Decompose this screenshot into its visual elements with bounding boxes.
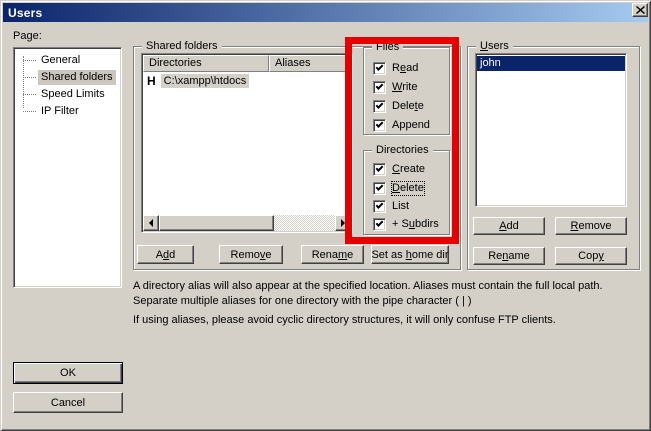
scroll-left-button[interactable] — [143, 215, 159, 231]
remove-directory-button[interactable]: Remove — [219, 245, 283, 264]
horizontal-scrollbar[interactable] — [143, 215, 351, 231]
checkbox-row-delete-dir[interactable]: Delete — [373, 181, 424, 195]
directories-listview[interactable]: Directories Aliases H C:\xampp\htdocs — [141, 53, 353, 233]
users-dialog: Users Page: General Shared folders Speed… — [0, 0, 651, 431]
check-icon — [376, 120, 384, 128]
checkbox-row-delete-file[interactable]: Delete — [373, 99, 424, 113]
add-user-button[interactable]: Add — [473, 217, 545, 235]
create-checkbox[interactable] — [373, 163, 386, 176]
users-group-label: Users — [476, 39, 513, 53]
window-title: Users — [8, 6, 42, 20]
close-button[interactable] — [632, 3, 648, 17]
scrollbar-thumb[interactable] — [159, 215, 274, 231]
tree-guide-line — [23, 56, 24, 108]
delete-dir-checkbox[interactable] — [373, 182, 386, 195]
cancel-button[interactable]: Cancel — [13, 392, 123, 413]
arrow-left-icon — [145, 219, 153, 227]
files-group-label: Files — [372, 40, 403, 54]
copy-user-button[interactable]: Copy — [555, 247, 627, 265]
check-icon — [376, 164, 384, 172]
tree-item-shared-folders[interactable]: Shared folders — [38, 70, 116, 85]
directories-group-label: Directories — [372, 143, 433, 157]
arrow-right-icon — [341, 219, 349, 227]
files-permissions-group: Files Read Write Delete Append — [363, 47, 450, 135]
read-checkbox[interactable] — [373, 62, 386, 75]
close-icon — [636, 6, 645, 14]
checkbox-row-append[interactable]: Append — [373, 118, 430, 132]
add-directory-button[interactable]: Add — [137, 245, 194, 264]
check-icon — [376, 219, 384, 227]
shared-folders-group-label: Shared folders — [142, 39, 222, 53]
set-as-home-dir-button[interactable]: Set as home dir — [371, 245, 449, 264]
append-checkbox[interactable] — [373, 119, 386, 132]
check-icon — [376, 101, 384, 109]
write-checkbox[interactable] — [373, 81, 386, 94]
delete-file-checkbox[interactable] — [373, 100, 386, 113]
tree-item-ip-filter[interactable]: IP Filter — [38, 104, 82, 119]
directories-permissions-group: Directories Create Delete List + Subdirs — [363, 150, 450, 235]
checkbox-row-create[interactable]: Create — [373, 162, 425, 176]
check-icon — [376, 82, 384, 90]
ok-button[interactable]: OK — [13, 362, 123, 384]
column-header-aliases[interactable]: Aliases — [269, 55, 351, 72]
rename-directory-button[interactable]: Rename — [301, 245, 364, 264]
check-icon — [376, 183, 384, 191]
title-bar[interactable]: Users — [3, 3, 648, 22]
directory-path: C:\xampp\htdocs — [161, 74, 250, 88]
tree-item-general[interactable]: General — [38, 53, 83, 68]
check-icon — [376, 201, 384, 209]
list-checkbox[interactable] — [373, 200, 386, 213]
checkbox-row-subdirs[interactable]: + Subdirs — [373, 217, 439, 231]
list-item-user[interactable]: john — [477, 56, 625, 71]
checkbox-row-write[interactable]: Write — [373, 80, 417, 94]
rename-user-button[interactable]: Rename — [473, 247, 545, 265]
tree-item-speed-limits[interactable]: Speed Limits — [38, 87, 108, 102]
users-listbox[interactable]: john — [475, 53, 627, 207]
checkbox-row-read[interactable]: Read — [373, 61, 418, 75]
page-label: Page: — [13, 30, 42, 42]
page-tree[interactable]: General Shared folders Speed Limits IP F… — [13, 47, 122, 288]
alias-help-text: A directory alias will also appear at th… — [133, 279, 645, 309]
scroll-right-button[interactable] — [335, 215, 351, 231]
checkbox-row-list[interactable]: List — [373, 199, 409, 213]
remove-user-button[interactable]: Remove — [555, 217, 627, 235]
column-header-directories[interactable]: Directories — [143, 55, 269, 72]
check-icon — [376, 63, 384, 71]
subdirs-checkbox[interactable] — [373, 218, 386, 231]
table-row[interactable]: H C:\xampp\htdocs — [144, 73, 249, 88]
listview-header: Directories Aliases — [143, 55, 351, 72]
cyclic-warning-text: If using aliases, please avoid cyclic di… — [133, 313, 645, 328]
home-marker: H — [144, 74, 159, 88]
